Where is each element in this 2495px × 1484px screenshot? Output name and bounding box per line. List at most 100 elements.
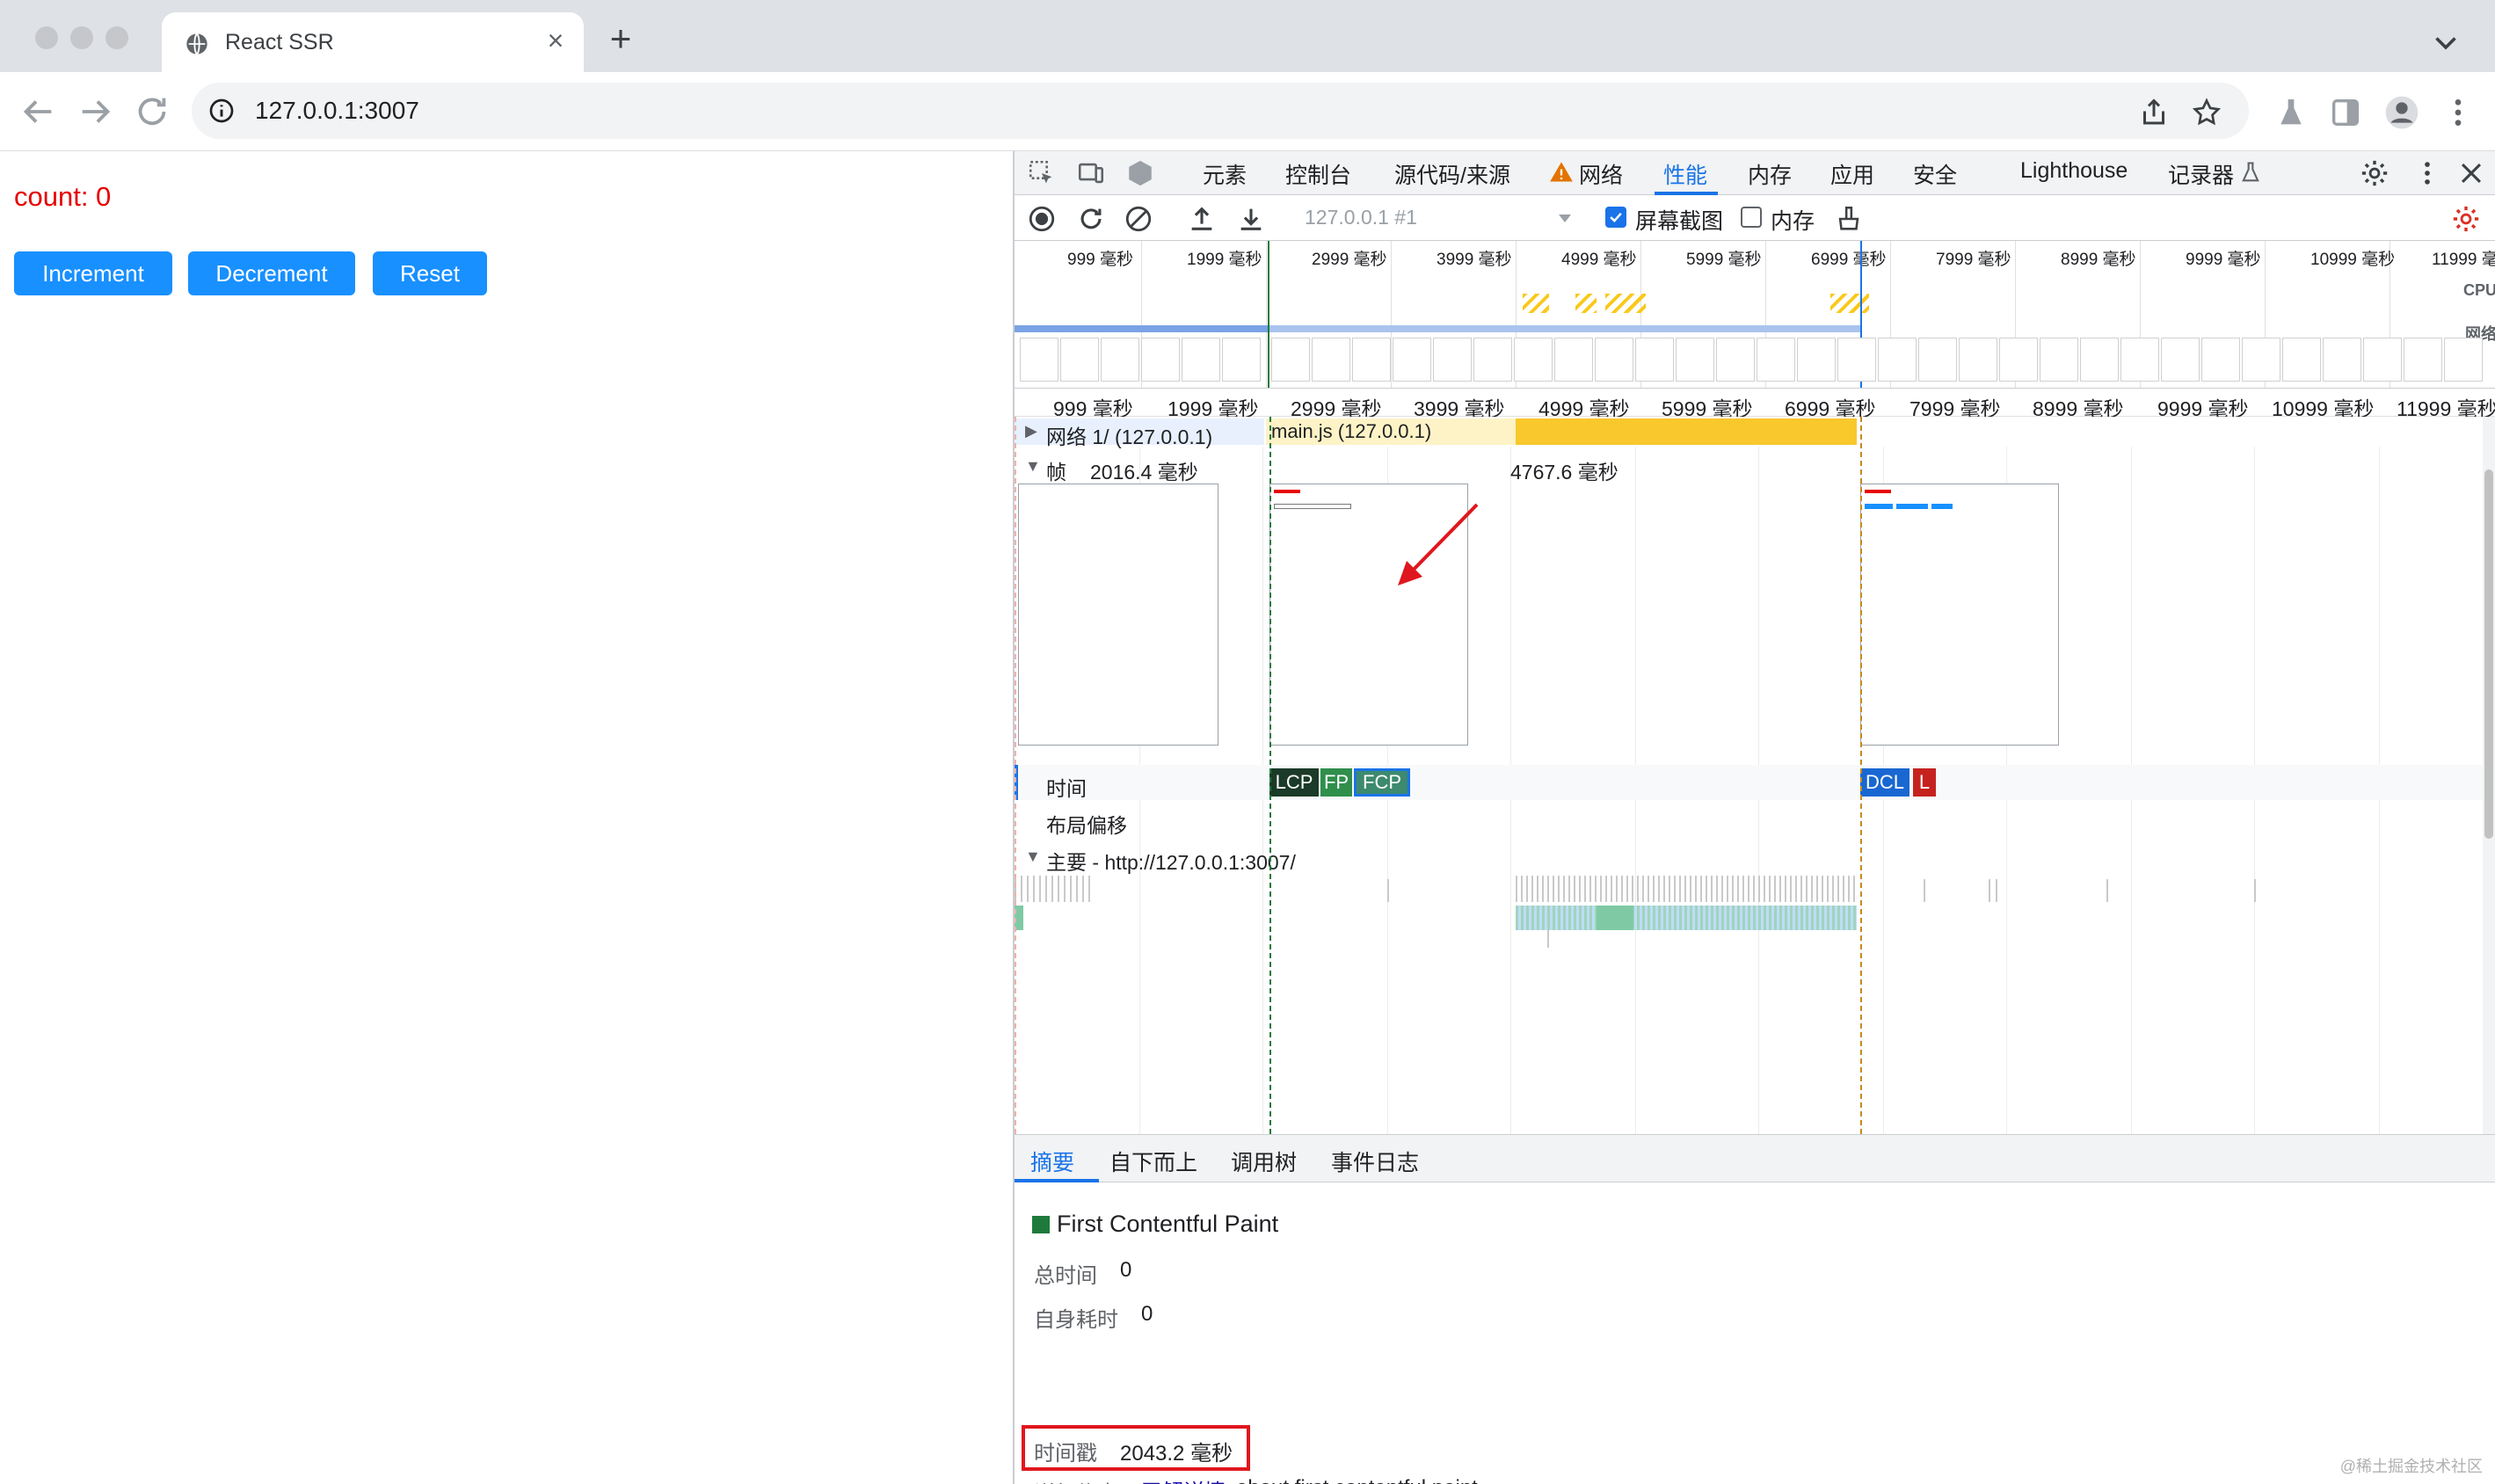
- thumb-button: [1931, 504, 1953, 509]
- timings-track[interactable]: 时间: [1015, 765, 2495, 800]
- navigation-start-line: [1015, 417, 1016, 1134]
- overview-tick-label: 11999 毫秒: [2432, 251, 2495, 269]
- tab-performance[interactable]: 性能: [1663, 158, 1707, 190]
- browser-tab[interactable]: React SSR ×: [162, 12, 584, 72]
- overview-tick-label: 9999 毫秒: [2186, 251, 2261, 269]
- network-request-download[interactable]: [1516, 418, 1857, 445]
- screenshot-thumb: [1554, 338, 1593, 382]
- scrollbar-thumb[interactable]: [2484, 469, 2493, 839]
- screenshot-thumb: [2282, 338, 2321, 382]
- tab-summary[interactable]: 摘要: [1030, 1146, 1074, 1177]
- main-thread-task[interactable]: [1547, 930, 1549, 948]
- reset-button[interactable]: Reset: [373, 251, 487, 295]
- caret-down-icon[interactable]: ▼: [1025, 457, 1041, 476]
- tab-network[interactable]: 网络: [1579, 158, 1623, 190]
- reload-record-icon[interactable]: [1076, 204, 1106, 234]
- tab-elements[interactable]: 元素: [1203, 158, 1247, 190]
- timeline-overview[interactable]: 999 毫秒 1999 毫秒 2999 毫秒 3999 毫秒 4999 毫秒 5…: [1015, 241, 2495, 389]
- screenshot-thumb: [2444, 338, 2483, 382]
- main-thread-tasks[interactable]: [1015, 876, 1090, 902]
- main-thread-task[interactable]: [2106, 879, 2108, 902]
- devtools-menu-icon[interactable]: [2412, 158, 2442, 188]
- forward-arrow-icon[interactable]: [76, 91, 116, 132]
- inspect-element-icon[interactable]: [1027, 158, 1057, 188]
- tab-close-button[interactable]: ×: [540, 25, 571, 56]
- layout-shift-track[interactable]: 布局偏移: [1015, 802, 2495, 837]
- profile-avatar-icon[interactable]: [2384, 95, 2419, 130]
- main-thread-track-header[interactable]: ▼ 主要 - http://127.0.0.1:3007/: [1015, 839, 2495, 874]
- labs-flask-icon[interactable]: [2273, 95, 2309, 130]
- tab-event-log[interactable]: 事件日志: [1331, 1146, 1419, 1177]
- screenshot-thumb: [1959, 338, 1997, 382]
- caret-right-icon[interactable]: ▶: [1025, 422, 1037, 440]
- decrement-button[interactable]: Decrement: [188, 251, 355, 295]
- network-track[interactable]: ▶ 网络 1/ (127.0.0.1) main.js (127.0.0.1): [1015, 417, 2495, 448]
- cpu-activity: [1605, 294, 1646, 313]
- lcp-marker[interactable]: LCP: [1269, 768, 1319, 797]
- side-panel-icon[interactable]: [2328, 95, 2363, 130]
- tab-bottom-up[interactable]: 自下而上: [1109, 1146, 1197, 1177]
- main-thread-subtasks[interactable]: [1516, 906, 1857, 930]
- main-thread-task[interactable]: [1387, 879, 1389, 902]
- url-text[interactable]: 127.0.0.1:3007: [255, 97, 419, 125]
- tab-console[interactable]: 控制台: [1285, 158, 1351, 190]
- frames-track-header[interactable]: ▼ 帧 2016.4 毫秒 4767.6 毫秒: [1015, 450, 2495, 484]
- main-thread-task[interactable]: [1989, 879, 1990, 902]
- garbage-collect-broom-icon[interactable]: [1834, 204, 1864, 234]
- window-minimize-button[interactable]: [70, 26, 93, 49]
- bookmark-star-icon[interactable]: [2191, 97, 2222, 128]
- close-icon[interactable]: [2456, 158, 2486, 188]
- kebab-menu-icon[interactable]: [2440, 95, 2476, 130]
- dcl-marker[interactable]: DCL: [1860, 768, 1909, 797]
- caret-down-icon[interactable]: ▼: [1025, 847, 1041, 866]
- back-arrow-icon[interactable]: [18, 91, 58, 132]
- memory-checkbox[interactable]: [1741, 207, 1762, 228]
- fcp-marker[interactable]: FCP: [1354, 768, 1410, 797]
- thumb-count-text: [1865, 490, 1891, 493]
- device-toolbar-icon[interactable]: [1076, 158, 1106, 188]
- download-icon[interactable]: [1236, 204, 1266, 234]
- load-marker[interactable]: L: [1913, 768, 1936, 797]
- main-thread-task[interactable]: [1996, 879, 1997, 902]
- select-caret-icon[interactable]: [1554, 207, 1575, 229]
- window-close-button[interactable]: [35, 26, 58, 49]
- settings-gear-icon[interactable]: [2360, 158, 2390, 188]
- record-icon[interactable]: [1027, 204, 1057, 234]
- tab-security[interactable]: 安全: [1913, 158, 1957, 190]
- learn-more-link[interactable]: 了解详情: [1141, 1474, 1226, 1484]
- new-tab-button[interactable]: +: [603, 20, 638, 58]
- main-thread-task[interactable]: [1924, 879, 1925, 902]
- share-icon[interactable]: [2138, 97, 2170, 128]
- main-thread-subtask[interactable]: [1597, 906, 1633, 930]
- tab-recorder[interactable]: 记录器: [2168, 158, 2234, 190]
- recorder-flask-icon: [2242, 162, 2259, 182]
- tab-sources[interactable]: 源代码/来源: [1394, 158, 1510, 190]
- tab-application[interactable]: 应用: [1830, 158, 1874, 190]
- self-time-value: 0: [1141, 1302, 1153, 1326]
- frame-screenshot[interactable]: [1018, 484, 1218, 746]
- main-thread-tasks[interactable]: [1516, 876, 1857, 902]
- window-zoom-button[interactable]: [105, 26, 128, 49]
- address-bar[interactable]: 127.0.0.1:3007: [192, 83, 2249, 139]
- extension-cube-icon[interactable]: [1125, 158, 1155, 188]
- tab-memory[interactable]: 内存: [1748, 158, 1792, 190]
- info-icon[interactable]: [207, 97, 236, 125]
- clear-icon[interactable]: [1124, 204, 1153, 234]
- fp-marker[interactable]: FP: [1320, 768, 1352, 797]
- reload-icon[interactable]: [132, 91, 172, 132]
- timeline-tracks[interactable]: ▶ 网络 1/ (127.0.0.1) main.js (127.0.0.1) …: [1015, 417, 2495, 1134]
- tracks-scrollbar[interactable]: [2483, 417, 2495, 1134]
- tab-call-tree[interactable]: 调用树: [1231, 1146, 1297, 1177]
- profile-select[interactable]: 127.0.0.1 #1: [1305, 206, 1417, 229]
- network-request-bar[interactable]: main.js (127.0.0.1): [1266, 418, 1523, 445]
- upload-icon[interactable]: [1187, 204, 1217, 234]
- capture-settings-gear-icon[interactable]: [2451, 204, 2481, 234]
- screenshots-checkbox[interactable]: [1605, 207, 1626, 228]
- chevron-down-icon[interactable]: [2430, 26, 2462, 58]
- frame-screenshot[interactable]: [1860, 484, 2059, 746]
- cpu-activity: [1575, 294, 1597, 313]
- tab-lighthouse[interactable]: Lighthouse: [2020, 158, 2128, 184]
- increment-button[interactable]: Increment: [14, 251, 172, 295]
- screenshot-thumb: [1635, 338, 1674, 382]
- main-thread-task[interactable]: [2254, 879, 2256, 902]
